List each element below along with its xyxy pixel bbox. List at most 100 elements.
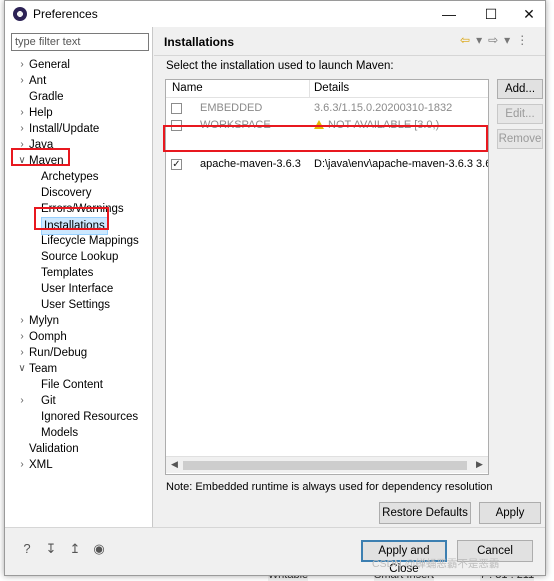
watermark-text: CSDN @蝉蛹恶霸不是恶霸 bbox=[372, 558, 500, 570]
tree-item-lifecycle-mappings[interactable]: Lifecycle Mappings bbox=[5, 233, 153, 249]
tree-item-label: Ignored Resources bbox=[41, 411, 139, 423]
embedded-runtime-note: Note: Embedded runtime is always used fo… bbox=[166, 481, 493, 493]
tree-item-label: Lifecycle Mappings bbox=[41, 235, 139, 247]
tree-item-user-interface[interactable]: User Interface bbox=[5, 281, 153, 297]
scroll-left-icon[interactable]: ◀ bbox=[171, 459, 178, 470]
back-menu-chevron-icon[interactable]: ▾ bbox=[476, 33, 482, 47]
tree-item-source-lookup[interactable]: Source Lookup bbox=[5, 249, 153, 265]
tree-item-label: Validation bbox=[29, 443, 79, 455]
chevron-right-icon[interactable]: › bbox=[17, 345, 27, 361]
tree-item-label: Oomph bbox=[29, 331, 67, 343]
help-icon[interactable]: ? bbox=[19, 541, 35, 557]
tree-item-oomph[interactable]: › Oomph bbox=[5, 329, 153, 345]
header-divider bbox=[154, 55, 545, 56]
title-bar: Preferences — ☐ ✕ bbox=[5, 1, 545, 27]
tree-item-label: Ant bbox=[29, 75, 47, 87]
chevron-right-icon[interactable]: › bbox=[17, 57, 27, 73]
tree-item-label: Mylyn bbox=[29, 315, 60, 327]
scrollbar-thumb[interactable] bbox=[183, 461, 467, 470]
tree-item-ant[interactable]: › Ant bbox=[5, 73, 153, 89]
chevron-right-icon[interactable]: › bbox=[17, 313, 27, 329]
add-button[interactable]: Add... bbox=[497, 79, 543, 99]
tree-item-install-update[interactable]: › Install/Update bbox=[5, 121, 153, 137]
forward-menu-chevron-icon[interactable]: ▾ bbox=[504, 33, 510, 47]
footer-divider bbox=[5, 527, 545, 528]
view-menu-icon[interactable]: ⋮ bbox=[516, 33, 528, 47]
eclipse-icon bbox=[13, 7, 27, 21]
tree-item-label: File Content bbox=[41, 379, 104, 391]
tree-item-label: User Settings bbox=[41, 299, 111, 311]
window-title: Preferences bbox=[33, 7, 98, 21]
installation-name: EMBEDDED bbox=[200, 102, 263, 114]
maximize-button[interactable]: ☐ bbox=[473, 1, 509, 27]
tree-item-templates[interactable]: Templates bbox=[5, 265, 153, 281]
horizontal-scrollbar[interactable]: ◀ ▶ bbox=[166, 456, 488, 473]
tree-item-git[interactable]: › Git bbox=[5, 393, 153, 409]
close-button[interactable]: ✕ bbox=[511, 1, 547, 27]
tree-item-label: Source Lookup bbox=[41, 251, 119, 263]
installation-details: D:\java\env\apache-maven-3.6.3 3.6.3 bbox=[314, 156, 488, 173]
tree-item-xml[interactable]: › XML bbox=[5, 457, 153, 473]
tree-item-team[interactable]: ∨ Team bbox=[5, 361, 153, 377]
table-row[interactable]: ✓ apache-maven-3.6.3 D:\java\env\apache-ma… bbox=[166, 156, 488, 173]
tree-item-label: Team bbox=[29, 363, 58, 375]
tree-item-label: General bbox=[29, 59, 70, 71]
back-arrow-icon[interactable]: ⇦ bbox=[460, 33, 470, 47]
tree-item-label: Run/Debug bbox=[29, 347, 88, 359]
filter-input[interactable] bbox=[11, 33, 149, 51]
minimize-button[interactable]: — bbox=[431, 1, 467, 27]
chevron-down-icon[interactable]: ∨ bbox=[17, 361, 27, 377]
installation-details-text: D:\java\env\apache-maven-3.6.3 3.6.3 bbox=[314, 158, 488, 170]
tree-item-label: Install/Update bbox=[29, 123, 100, 135]
tree-item-label: Gradle bbox=[29, 91, 64, 103]
tree-item-file-content[interactable]: File Content bbox=[5, 377, 153, 393]
forward-arrow-icon[interactable]: ⇨ bbox=[488, 33, 498, 47]
chevron-right-icon[interactable]: › bbox=[17, 393, 27, 409]
tree-item-label: Models bbox=[41, 427, 79, 439]
installation-name: apache-maven-3.6.3 bbox=[200, 158, 301, 170]
restore-defaults-button[interactable]: Restore Defaults bbox=[379, 502, 471, 524]
tree-item-label: Git bbox=[41, 395, 56, 407]
tree-item-discovery[interactable]: Discovery bbox=[5, 185, 153, 201]
chevron-right-icon[interactable]: › bbox=[17, 457, 27, 473]
edit-button[interactable]: Edit... bbox=[497, 104, 543, 124]
column-divider[interactable] bbox=[309, 80, 310, 98]
tree-item-label: Help bbox=[29, 107, 53, 119]
tree-item-validation[interactable]: Validation bbox=[5, 441, 153, 457]
chevron-right-icon[interactable]: › bbox=[17, 329, 27, 345]
export-icon[interactable]: ↥ bbox=[67, 541, 83, 557]
chevron-right-icon[interactable]: › bbox=[17, 105, 27, 121]
preferences-tree-pane: ›General›AntGradle›Help›Install/Update›J… bbox=[5, 27, 153, 527]
installation-details-text: 3.6.3/1.15.0.20200310-1832 bbox=[314, 102, 453, 114]
tree-item-label: User Interface bbox=[41, 283, 114, 295]
tree-item-general[interactable]: › General bbox=[5, 57, 153, 73]
tree-item-models[interactable]: Models bbox=[5, 425, 153, 441]
chevron-right-icon[interactable]: › bbox=[17, 73, 27, 89]
chevron-right-icon[interactable]: › bbox=[17, 121, 27, 137]
remove-button[interactable]: Remove bbox=[497, 129, 543, 149]
tree-item-gradle[interactable]: Gradle bbox=[5, 89, 153, 105]
apply-button[interactable]: Apply bbox=[479, 502, 541, 524]
row-checkbox[interactable] bbox=[171, 103, 182, 114]
page-description: Select the installation used to launch M… bbox=[166, 60, 394, 72]
installation-details: 3.6.3/1.15.0.20200310-1832 bbox=[314, 100, 488, 117]
tree-item-user-settings[interactable]: User Settings bbox=[5, 297, 153, 313]
column-header-name[interactable]: Name bbox=[172, 82, 203, 94]
installations-page: Installations ⇦ ▾ ⇨ ▾ ⋮ Select the insta… bbox=[154, 27, 545, 527]
row-checkbox[interactable]: ✓ bbox=[171, 159, 182, 170]
column-header-details[interactable]: Details bbox=[314, 82, 349, 94]
tree-item-run-debug[interactable]: › Run/Debug bbox=[5, 345, 153, 361]
import-icon[interactable]: ↧ bbox=[43, 541, 59, 557]
tree-item-archetypes[interactable]: Archetypes bbox=[5, 169, 153, 185]
page-nav: ⇦ ▾ ⇨ ▾ ⋮ bbox=[460, 33, 528, 47]
tree-item-label: Templates bbox=[41, 267, 94, 279]
tree-item-ignored-resources[interactable]: Ignored Resources bbox=[5, 409, 153, 425]
scroll-right-icon[interactable]: ▶ bbox=[476, 459, 483, 470]
table-row[interactable]: EMBEDDED 3.6.3/1.15.0.20200310-1832 bbox=[166, 100, 488, 117]
page-title: Installations bbox=[164, 35, 235, 49]
tree-item-help[interactable]: › Help bbox=[5, 105, 153, 121]
record-icon[interactable]: ◉ bbox=[91, 541, 107, 557]
annotation-installations bbox=[34, 207, 109, 230]
preferences-dialog: Preferences — ☐ ✕ ›General›AntGradle›Hel… bbox=[4, 0, 546, 576]
tree-item-mylyn[interactable]: › Mylyn bbox=[5, 313, 153, 329]
